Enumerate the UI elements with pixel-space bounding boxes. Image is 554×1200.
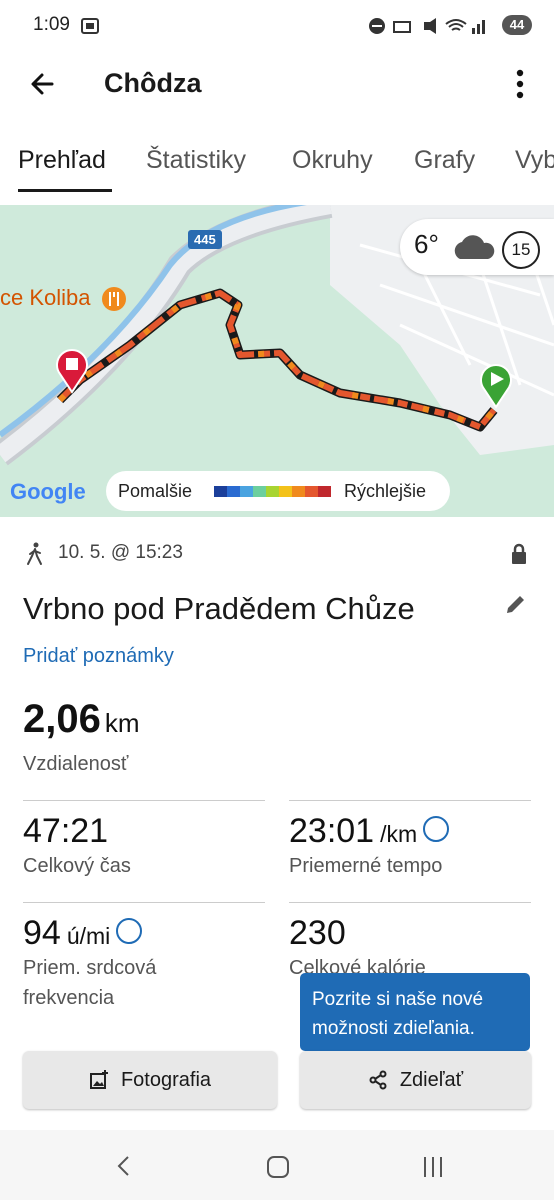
nav-recents-icon[interactable] <box>420 1154 446 1180</box>
cloud-icon <box>454 235 495 259</box>
share-tooltip[interactable]: Pozrite si naše nové možnosti zdieľania. <box>300 973 530 1051</box>
tab-charts[interactable]: Grafy <box>414 146 475 175</box>
pulse-info-icon[interactable] <box>423 816 450 843</box>
tab-bar: Prehľad Štatistiky Okruhy Grafy Vyb <box>0 140 554 192</box>
legend-swatch <box>266 486 279 497</box>
back-arrow-icon[interactable] <box>26 66 62 102</box>
avg-pace-value: 23:01 <box>289 812 375 850</box>
nav-back-icon[interactable] <box>112 1154 136 1178</box>
route-map[interactable]: 445 ce Koliba 6° 15 Google Pomalšie Rých… <box>0 205 554 517</box>
total-time-label: Celkový čas <box>23 855 131 877</box>
legend-swatch <box>292 486 305 497</box>
legend-swatch <box>318 486 331 497</box>
more-options-icon[interactable] <box>504 66 536 102</box>
add-notes-link[interactable]: Pridať poznámky <box>23 645 174 668</box>
legend-swatch <box>227 486 240 497</box>
add-photo-icon <box>89 1070 108 1089</box>
divider <box>289 902 531 903</box>
status-bar: 1:09 44 <box>0 0 554 52</box>
system-nav-bar <box>0 1130 554 1200</box>
road-number-badge: 445 <box>188 230 222 249</box>
distance-number: 2,06 <box>23 697 101 741</box>
distance-label: Vzdialenosť <box>23 753 129 775</box>
speed-gradient-bar <box>214 486 331 497</box>
restaurant-icon <box>101 287 126 312</box>
google-logo: Google <box>10 479 86 504</box>
avg-hr-value: 94 <box>23 914 61 952</box>
total-time-value: 47:21 <box>23 812 109 850</box>
walking-icon <box>27 542 42 565</box>
poi-text: ce Koliba <box>0 285 91 310</box>
avg-pace: 23:01/km <box>289 812 450 851</box>
avg-hr-label-line2: frekvencia <box>23 987 115 1009</box>
speed-legend: Pomalšie Rýchlejšie <box>106 471 450 511</box>
divider <box>23 800 265 801</box>
share-icon <box>369 1070 387 1090</box>
legend-swatch <box>305 486 318 497</box>
activity-datetime: 10. 5. @ 15:23 <box>58 542 183 563</box>
nav-home-icon[interactable] <box>265 1154 291 1180</box>
tooltip-line1: Pozrite si naše nové <box>312 989 484 1010</box>
active-tab-indicator <box>18 189 112 192</box>
weather-temperature: 6° <box>414 229 439 259</box>
battery-indicator: 44 <box>502 15 532 35</box>
divider <box>23 902 265 903</box>
legend-swatch <box>214 486 227 497</box>
avg-pace-unit: /km <box>380 821 418 847</box>
stat-avg-heart-rate: 94 ú/mi Priem. srdcová frekvencia <box>23 914 156 1013</box>
distance-unit: km <box>104 708 140 738</box>
legend-swatch <box>279 486 292 497</box>
stat-avg-pace: 23:01/km Priemerné tempo <box>289 812 450 881</box>
legend-swatch <box>240 486 253 497</box>
activity-name: Vrbno pod Pradědem Chůze <box>23 591 415 626</box>
tooltip-line2: možnosti zdieľania. <box>312 1018 475 1039</box>
tab-laps[interactable]: Okruhy <box>292 146 373 175</box>
share-button[interactable]: Zdieľať <box>300 1051 531 1109</box>
avg-pace-label: Priemerné tempo <box>289 855 443 877</box>
legend-fast-label: Rýchlejšie <box>344 481 427 501</box>
legend-slow-label: Pomalšie <box>118 481 193 501</box>
calories-value: 230 <box>289 914 346 952</box>
legend-swatch <box>253 486 266 497</box>
avg-heart-rate: 94 ú/mi <box>23 914 156 953</box>
finish-marker-icon <box>56 349 88 394</box>
status-time: 1:09 <box>33 14 70 35</box>
pulse-info-icon[interactable] <box>116 918 143 945</box>
stat-total-time: 47:21 Celkový čas <box>23 812 131 881</box>
add-photo-button[interactable]: Fotografia <box>23 1051 277 1109</box>
share-label: Zdieľať <box>399 1068 464 1091</box>
page-title: Chôdza <box>104 68 202 98</box>
add-photo-label: Fotografia <box>120 1068 212 1091</box>
tab-statistics[interactable]: Štatistiky <box>146 146 246 175</box>
start-marker-icon <box>480 364 512 409</box>
tab-overview[interactable]: Prehľad <box>18 146 106 175</box>
edit-pencil-icon[interactable] <box>504 592 528 616</box>
poi-label: ce Koliba <box>0 285 127 312</box>
avg-hr-unit: ú/mi <box>66 923 111 949</box>
wind-speed: 15 <box>502 231 540 269</box>
weather-widget: 6° 15 <box>400 219 554 275</box>
lock-icon[interactable] <box>510 543 528 565</box>
screenshot-icon <box>81 18 99 34</box>
avg-hr-label-line1: Priem. srdcová <box>23 957 157 979</box>
tab-more[interactable]: Vyb <box>515 146 554 175</box>
distance-value: 2,06 km <box>23 697 140 742</box>
divider <box>289 800 531 801</box>
status-icons <box>369 18 485 34</box>
